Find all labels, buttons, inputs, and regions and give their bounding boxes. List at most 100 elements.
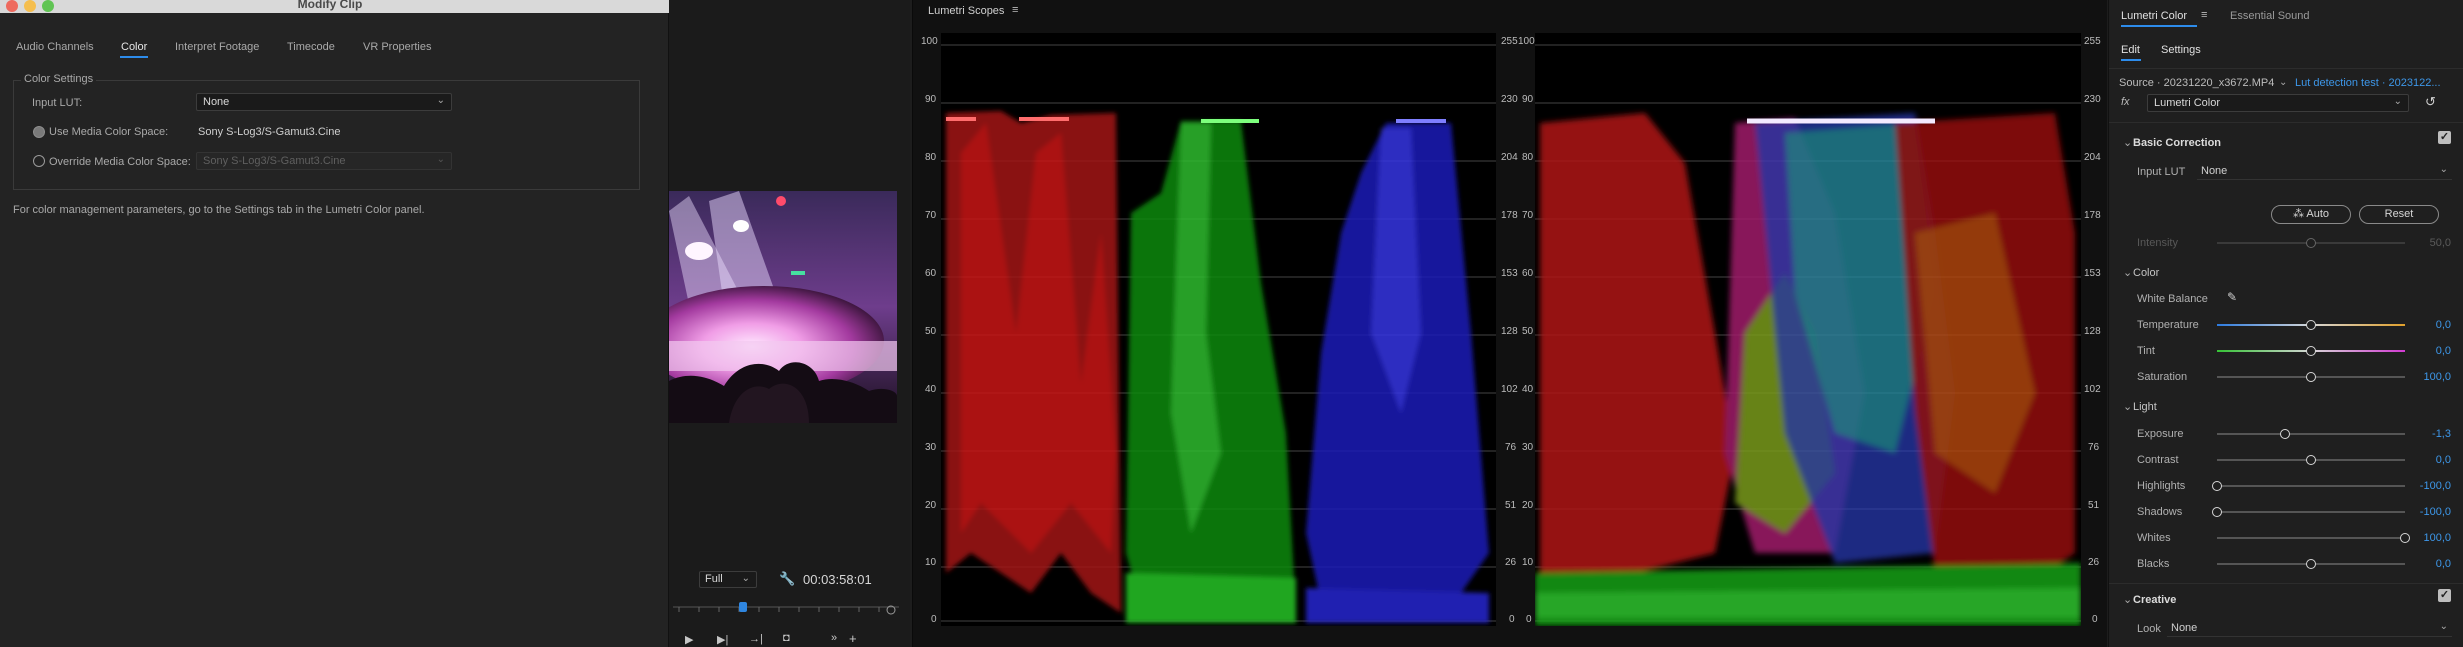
tint-slider-track[interactable]	[2217, 346, 2405, 356]
temperature-slider-track[interactable]	[2217, 320, 2405, 330]
export-frame-icon[interactable]: ◘	[783, 632, 790, 644]
basic-correction-enable-checkbox[interactable]: ✓	[2438, 131, 2451, 144]
temperature-value[interactable]: 0,0	[2436, 319, 2451, 331]
intensity-slider-track[interactable]	[2217, 238, 2405, 248]
basic-correction-header[interactable]: ⌄Basic Correction	[2123, 136, 2221, 149]
step-forward-icon[interactable]: ▶|	[717, 633, 728, 646]
input-lut-dropdown[interactable]: None ⌄	[196, 93, 452, 111]
use-media-color-space-radio[interactable]	[33, 126, 45, 138]
input-lut-label: Input LUT	[2137, 166, 2186, 178]
source-clip-label[interactable]: Source · 20231220_x3672.MP4	[2119, 77, 2274, 89]
tab-vr-properties[interactable]: VR Properties	[363, 41, 431, 53]
subtab-edit[interactable]: Edit	[2121, 44, 2140, 56]
playhead-timecode[interactable]: 00:03:58:01	[803, 572, 872, 587]
creative-header[interactable]: ⌄Creative	[2123, 593, 2176, 606]
sequence-clip-link[interactable]: Lut detection test · 2023122...	[2295, 77, 2441, 89]
effect-dropdown[interactable]: Lumetri Color ⌄	[2147, 94, 2409, 112]
look-dropdown[interactable]: None ⌄	[2167, 620, 2452, 637]
intensity-slider-thumb[interactable]	[2306, 238, 2316, 248]
blacks-slider-track[interactable]	[2217, 559, 2405, 569]
scopes-panel-title: Lumetri Scopes	[928, 5, 1005, 17]
waveform-right-tick-51: 51	[2088, 500, 2100, 511]
whites-slider-track[interactable]	[2217, 533, 2410, 543]
waveform-right-tick-26: 26	[2088, 557, 2100, 568]
parade-right-tick-0: 0	[1509, 614, 1515, 625]
intensity-value[interactable]: 50,0	[2430, 237, 2451, 249]
exposure-value[interactable]: -1,3	[2432, 428, 2451, 440]
dialog-title: Modify Clip	[297, 0, 363, 11]
tab-audio-channels[interactable]: Audio Channels	[16, 41, 94, 53]
saturation-slider-track[interactable]	[2217, 372, 2405, 382]
eyedropper-icon[interactable]: ✎	[2227, 290, 2237, 304]
input-lut-selected: None	[203, 96, 230, 108]
whites-label: Whites	[2137, 532, 2171, 544]
panel-menu-icon[interactable]: ≡	[1012, 4, 1018, 16]
parade-left-tick-70: 70	[925, 210, 937, 221]
light-subsection-header[interactable]: ⌄Light	[2123, 400, 2157, 413]
look-label: Look	[2137, 623, 2161, 635]
auto-button[interactable]: ⁂ Auto	[2271, 205, 2351, 224]
chevron-down-icon: ⌄	[741, 573, 750, 584]
override-color-space-dropdown[interactable]: Sony S-Log3/S-Gamut3.Cine ⌄	[196, 152, 452, 170]
tint-label: Tint	[2137, 345, 2155, 357]
chevron-down-icon[interactable]: ⌄	[2279, 77, 2287, 88]
playhead-marker[interactable]	[739, 602, 747, 612]
exposure-slider-thumb[interactable]	[2279, 429, 2290, 439]
contrast-slider-thumb[interactable]	[2306, 455, 2316, 465]
subtab-settings[interactable]: Settings	[2161, 44, 2201, 56]
insert-icon[interactable]: →|	[749, 633, 763, 645]
monitor-time-ruler[interactable]	[669, 602, 904, 617]
reset-button-label: Reset	[2384, 208, 2414, 220]
highlights-slider-track[interactable]	[2212, 481, 2405, 491]
reset-button[interactable]: Reset	[2359, 205, 2439, 224]
parade-left-tick-20: 20	[925, 500, 937, 511]
reset-effect-icon[interactable]: ↺	[2425, 94, 2436, 110]
video-frame[interactable]	[669, 191, 897, 423]
tab-lumetri-color[interactable]: Lumetri Color	[2121, 10, 2187, 22]
parade-left-tick-90: 90	[925, 94, 937, 105]
blacks-value[interactable]: 0,0	[2436, 558, 2451, 570]
highlights-slider-thumb[interactable]	[2212, 481, 2222, 491]
ruler-ticks	[673, 605, 899, 615]
tint-slider-thumb[interactable]	[2306, 346, 2316, 356]
add-button-icon[interactable]: +	[849, 631, 857, 646]
override-media-color-space-radio[interactable]	[33, 155, 45, 167]
more-controls-icon[interactable]: »	[831, 632, 837, 644]
waveform-right-tick-255: 255	[2084, 36, 2101, 47]
color-subsection-header[interactable]: ⌄Color	[2123, 266, 2159, 279]
intensity-label: Intensity	[2137, 237, 2178, 249]
waveform-right-tick-128: 128	[2084, 326, 2101, 337]
play-icon[interactable]: ▶	[685, 633, 693, 646]
blacks-slider-thumb[interactable]	[2306, 559, 2316, 569]
parade-right-tick-26: 26	[1505, 557, 1517, 568]
tab-timecode[interactable]: Timecode	[287, 41, 335, 53]
whites-slider-thumb[interactable]	[2400, 533, 2410, 543]
tab-color[interactable]: Color	[121, 41, 147, 53]
contrast-value[interactable]: 0,0	[2436, 454, 2451, 466]
parade-right-tick-102: 102	[1501, 384, 1518, 395]
saturation-slider-thumb[interactable]	[2306, 372, 2316, 382]
input-lut-dropdown[interactable]: None ⌄	[2197, 163, 2452, 180]
temperature-slider-thumb[interactable]	[2306, 320, 2316, 330]
chevron-down-icon: ⌄	[2439, 164, 2448, 175]
tint-value[interactable]: 0,0	[2436, 345, 2451, 357]
saturation-value[interactable]: 100,0	[2423, 371, 2451, 383]
exposure-slider-track[interactable]	[2217, 429, 2405, 439]
color-management-note: For color management parameters, go to t…	[13, 204, 425, 216]
wrench-icon[interactable]: 🔧	[779, 571, 795, 587]
auto-button-label: Auto	[2306, 208, 2330, 220]
parade-right-tick-204: 204	[1501, 152, 1518, 163]
contrast-slider-track[interactable]	[2217, 455, 2405, 465]
highlights-value[interactable]: -100,0	[2420, 480, 2451, 492]
waveform-left-tick-0: 0	[1526, 614, 1532, 625]
tab-essential-sound[interactable]: Essential Sound	[2230, 10, 2310, 22]
shadows-slider-thumb[interactable]	[2212, 507, 2222, 517]
shadows-slider-track[interactable]	[2212, 507, 2405, 517]
zoom-dropdown[interactable]: Full ⌄	[699, 571, 757, 588]
shadows-value[interactable]: -100,0	[2420, 506, 2451, 518]
divider	[2109, 583, 2463, 584]
creative-enable-checkbox[interactable]: ✓	[2438, 589, 2451, 602]
whites-value[interactable]: 100,0	[2423, 532, 2451, 544]
tab-interpret-footage[interactable]: Interpret Footage	[175, 41, 259, 53]
panel-menu-icon[interactable]: ≡	[2201, 9, 2207, 21]
